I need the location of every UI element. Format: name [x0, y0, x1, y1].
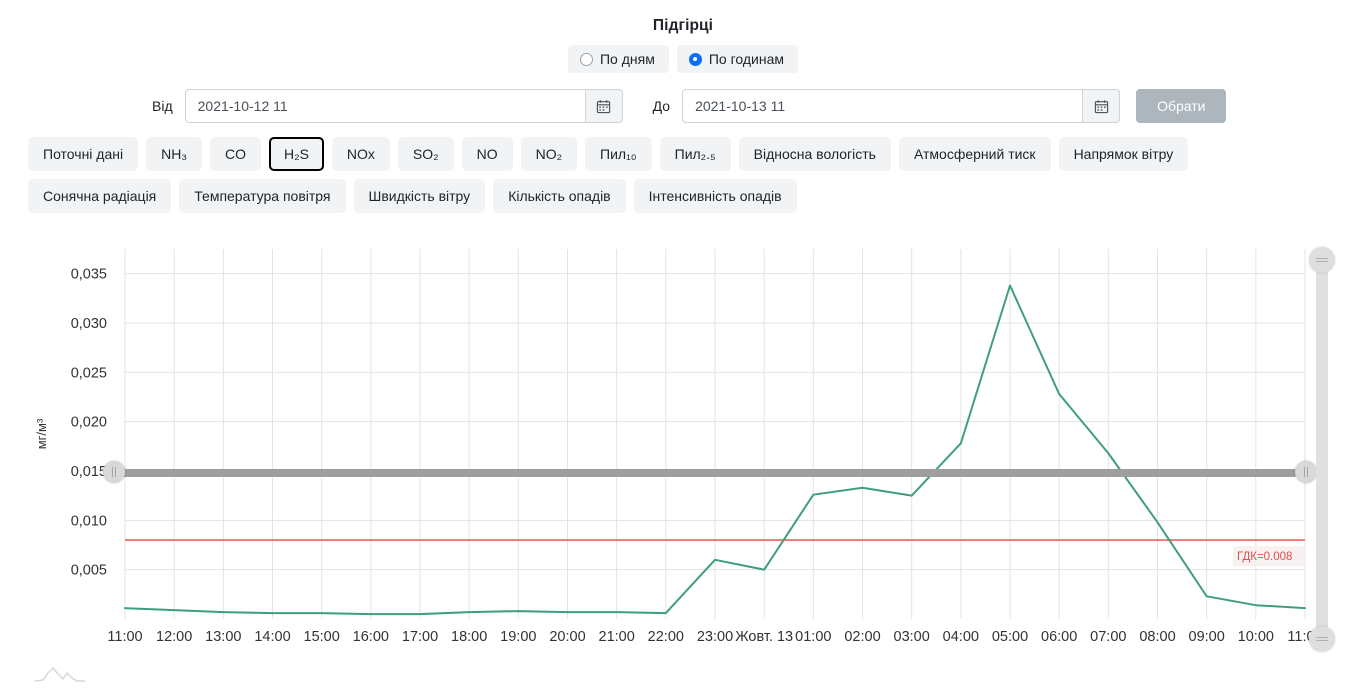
submit-range-button[interactable]: Обрати	[1136, 89, 1227, 123]
x-axis-tick-label: 04:00	[943, 629, 979, 645]
y-axis-tick-label: 0,035	[71, 267, 107, 283]
x-axis-tick-label: 15:00	[304, 629, 340, 645]
x-axis-tick-label: 09:00	[1189, 629, 1225, 645]
slider-track-vertical[interactable]	[1316, 259, 1328, 640]
to-input-group	[682, 89, 1121, 123]
date-from-input[interactable]	[184, 89, 585, 123]
to-label: До	[652, 98, 671, 114]
mode-option-by-day[interactable]: По дням	[567, 45, 669, 73]
mode-option-by-hour[interactable]: По годинам	[676, 45, 798, 73]
radio-checked-icon[interactable]	[688, 52, 702, 66]
limit-label: ГДК=0.008	[1237, 551, 1292, 563]
chip-wind-direction[interactable]: Напрямок вітру	[1058, 137, 1189, 172]
x-axis-tick-label: 05:00	[992, 629, 1028, 645]
chip-so2[interactable]: SO₂	[397, 137, 454, 172]
x-axis-tick-label: 06:00	[1041, 629, 1077, 645]
chip-no[interactable]: NO	[461, 137, 513, 172]
x-axis-tick-label: 07:00	[1090, 629, 1126, 645]
slider-handle-top[interactable]	[1309, 247, 1335, 273]
x-axis-tick-label: 01:00	[795, 629, 831, 645]
chip-pm10[interactable]: Пил₁₀	[585, 137, 652, 172]
x-axis-tick-label: 22:00	[648, 629, 684, 645]
chip-co[interactable]: CO	[210, 137, 262, 172]
y-axis-tick-label: 0,015	[71, 464, 107, 480]
x-axis-tick-label: 13:00	[205, 629, 241, 645]
x-axis-tick-label: 18:00	[451, 629, 487, 645]
chip-atmospheric-pressure[interactable]: Атмосферний тиск	[898, 137, 1051, 172]
chip-air-temperature[interactable]: Температура повітря	[179, 179, 346, 214]
page-title: Підгірці	[652, 17, 714, 34]
line-chart[interactable]: 0,005 0,010 0,015 0,020 0,025 0,030 0,035 11:00…	[0, 229, 1366, 679]
x-axis-tick-label: 21:00	[599, 629, 635, 645]
chip-precipitation-amount[interactable]: Кількість опадів	[493, 179, 626, 214]
x-axis-tick-label: Жовт. 13	[735, 629, 793, 645]
chip-current-data[interactable]: Поточні дані	[28, 137, 139, 172]
x-axis-tick-label: 11:00	[107, 629, 142, 645]
calendar-icon-from[interactable]	[584, 89, 623, 123]
date-range-row: Від До	[0, 89, 1366, 123]
x-axis-tick-label: 14:00	[254, 629, 290, 645]
from-label: Від	[152, 98, 173, 114]
sparkline-icon	[34, 667, 85, 682]
x-axis-tick-label: 20:00	[549, 629, 585, 645]
slider-track-horizontal[interactable]	[112, 469, 1298, 478]
chip-wind-speed[interactable]: Швидкість вітру	[353, 179, 486, 214]
chip-h2s[interactable]: H₂S	[269, 137, 324, 172]
parameter-chip-row-1: Поточні дані NH₃ CO H₂S NOx SO₂ NO NO₂ П…	[0, 137, 1250, 214]
chip-precipitation-intensity[interactable]: Інтенсивність опадів	[633, 179, 797, 214]
x-axis-tick-label: 02:00	[844, 629, 880, 645]
chip-solar-radiation[interactable]: Сонячна радіація	[28, 179, 172, 214]
mini-chart-thumbnail[interactable]	[34, 664, 86, 686]
y-axis-tick-label: 0,020	[71, 415, 107, 431]
x-axis-tick-label: 17:00	[402, 629, 438, 645]
y-axis-title: мг/м³	[34, 418, 49, 449]
chart-container: 0,005 0,010 0,015 0,020 0,025 0,030 0,035 11:00…	[0, 229, 1366, 679]
slider-handle-left[interactable]	[103, 461, 125, 484]
x-axis-tick-label: 03:00	[894, 629, 930, 645]
y-axis-tick-label: 0,025	[71, 366, 107, 382]
x-axis-tick-label: 16:00	[353, 629, 389, 645]
x-axis-tick-label: 08:00	[1139, 629, 1175, 645]
mode-option-by-hour-label: По годинам	[708, 51, 784, 67]
mode-option-by-day-label: По дням	[599, 51, 655, 67]
y-axis-tick-label: 0,005	[71, 563, 107, 579]
chip-nox[interactable]: NOx	[331, 137, 390, 172]
chip-pm25[interactable]: Пил₂.₅	[659, 137, 731, 172]
range-slider-vertical[interactable]	[1309, 247, 1335, 652]
x-axis-tick-label: 19:00	[500, 629, 536, 645]
x-axis-tick-label: 10:00	[1238, 629, 1274, 645]
chip-relative-humidity[interactable]: Відносна вологість	[738, 137, 891, 172]
slider-handle-bottom[interactable]	[1309, 626, 1335, 652]
page-root: Підгірці По дням По годинам Від 2021-10-…	[0, 0, 1366, 691]
x-axis-tick-label: 23:00	[697, 629, 733, 645]
y-axis-tick-label: 0,010	[71, 514, 107, 530]
radio-unchecked-icon[interactable]	[579, 52, 593, 66]
date-to-input[interactable]	[682, 89, 1083, 123]
mode-toggle-group: По дням По годинам	[0, 45, 1366, 73]
calendar-icon-to[interactable]	[1082, 89, 1121, 123]
from-input-group	[184, 89, 623, 123]
y-axis-tick-label: 0,030	[71, 316, 107, 332]
range-slider-horizontal[interactable]	[103, 461, 1317, 484]
chip-no2[interactable]: NO₂	[520, 137, 578, 172]
chip-nh3[interactable]: NH₃	[146, 137, 203, 172]
x-axis-tick-label: 12:00	[156, 629, 192, 645]
